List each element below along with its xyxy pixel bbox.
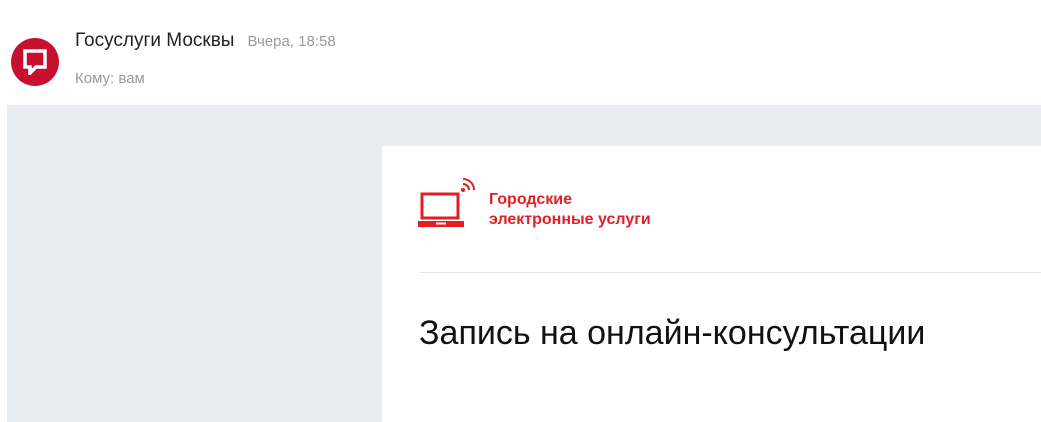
message-header: Госуслуги Москвы Вчера, 18:58 Кому: вам [0,0,1041,105]
sender-name[interactable]: Госуслуги Москвы [75,30,234,51]
recipient-line[interactable]: Кому: вам [75,70,145,87]
email-title: Запись на онлайн-консультации [419,314,926,352]
brand-name: Городские электронные услуги [489,190,651,230]
sender-line: Госуслуги Москвы Вчера, 18:58 [75,30,336,52]
brand-line-2: электронные услуги [489,211,651,228]
email-card: Городские электронные услуги Запись на о… [382,146,1041,422]
message-date: Вчера, 18:58 [247,33,336,50]
sender-avatar[interactable] [11,38,59,86]
speech-bubble-icon [23,49,47,75]
brand-line-1: Городские [489,191,572,208]
divider [419,272,1041,273]
laptop-wifi-icon [418,178,475,227]
